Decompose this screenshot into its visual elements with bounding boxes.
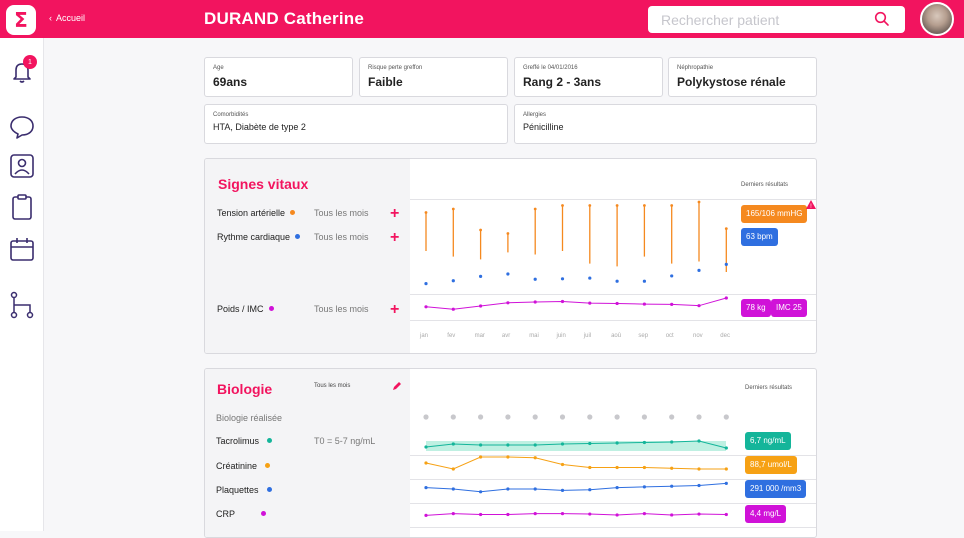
tacrolimus-point [724, 446, 728, 450]
platelets-point [615, 486, 619, 490]
creatinine-point [724, 467, 728, 471]
platelets-point [642, 485, 647, 489]
tacrolimus-latest-tag[interactable]: 6,7 ng/mL [745, 432, 791, 450]
crp-point [424, 513, 428, 518]
platelets-point [479, 490, 483, 494]
crp-point [615, 513, 619, 517]
crp-point [642, 511, 647, 516]
platelets-point [697, 483, 701, 488]
platelets-line [425, 482, 727, 493]
crp-point [533, 511, 537, 516]
crp-point [588, 512, 592, 516]
tacrolimus-point [533, 443, 537, 447]
platelets-point [670, 484, 674, 488]
biology-performed-dot [450, 414, 456, 420]
tacrolimus-point [670, 440, 674, 444]
biology-performed-dot [559, 414, 566, 420]
creatinine-point [670, 466, 674, 470]
creatinine-point [424, 461, 428, 465]
tacrolimus-point [642, 440, 647, 445]
biology-performed-dot [696, 414, 702, 420]
crp-point [724, 512, 728, 517]
creatinine-latest-tag[interactable]: 88,7 umol/L [745, 456, 797, 474]
creatinine-point [533, 456, 537, 460]
tacrolimus-point [588, 441, 592, 446]
crp-point [697, 512, 701, 516]
biology-performed-dot [478, 414, 484, 420]
biology-performed-dot [641, 414, 648, 420]
platelets-point [506, 487, 510, 491]
platelets-latest-tag[interactable]: 291 000 /mm3 [745, 480, 807, 498]
platelets-point [424, 486, 428, 490]
platelets-point [724, 481, 728, 485]
crp-point [451, 511, 455, 516]
tacrolimus-point [506, 443, 510, 447]
tacrolimus-point [560, 442, 565, 446]
biology-performed-dot [532, 414, 538, 420]
tacrolimus-point [697, 439, 701, 443]
crp-point [670, 513, 674, 517]
crp-point [560, 511, 565, 516]
creatinine-point [588, 465, 592, 470]
creatinine-point [642, 465, 647, 470]
creatinine-point [615, 465, 619, 470]
creatinine-point [479, 455, 483, 459]
creatinine-line [425, 456, 727, 470]
crp-line [425, 513, 727, 516]
crp-point [506, 512, 510, 517]
biology-performed-dot [723, 414, 729, 420]
tacrolimus-target-band [426, 441, 726, 451]
platelets-point [560, 488, 565, 492]
creatinine-point [560, 462, 565, 467]
creatinine-point [506, 455, 510, 459]
creatinine-point [451, 467, 455, 471]
biology-performed-dot [423, 414, 429, 420]
platelets-point [588, 488, 592, 492]
platelets-point [451, 487, 455, 491]
biology-performed-dot [587, 414, 593, 420]
tacrolimus-point [479, 443, 483, 447]
biology-performed-dot [505, 414, 511, 420]
crp-latest-tag[interactable]: 4,4 mg/L [745, 505, 787, 523]
tacrolimus-point [451, 442, 455, 446]
tacrolimus-point [615, 441, 619, 445]
biology-performed-dot [669, 414, 675, 420]
biology-performed-dot [614, 414, 620, 420]
biology-chart [423, 414, 729, 518]
tacrolimus-point [424, 445, 428, 449]
platelets-point [533, 487, 537, 491]
crp-point [479, 512, 483, 517]
creatinine-point [697, 467, 701, 471]
